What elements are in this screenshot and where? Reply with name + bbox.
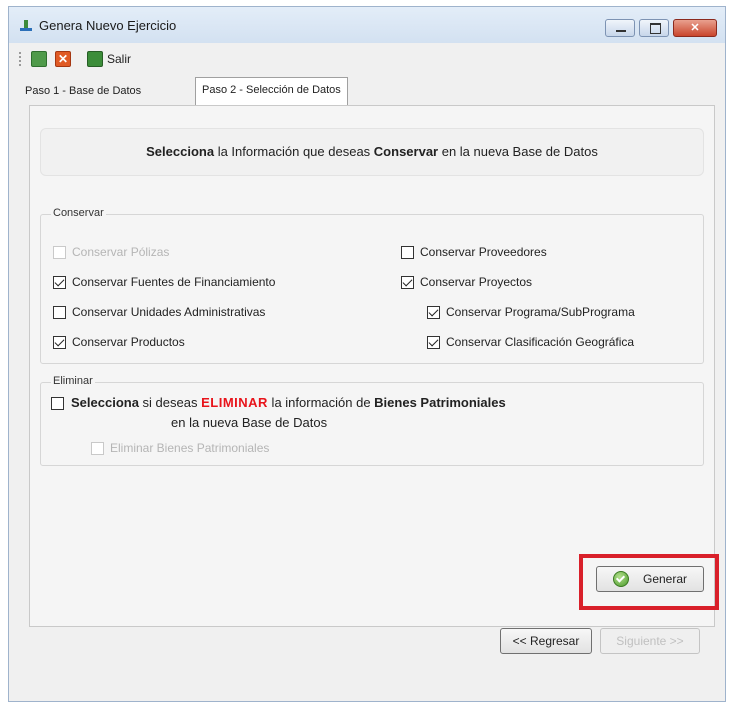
checkbox-conservar-programa[interactable]: Conservar Programa/SubPrograma: [427, 305, 635, 319]
checkbox-box: [91, 441, 104, 455]
eliminar-group: Eliminar Selecciona si deseas ELIMINAR l…: [40, 375, 704, 466]
maximize-icon: [650, 23, 661, 34]
checkbox-eliminar-bienes[interactable]: [51, 397, 64, 410]
checkbox-box: [401, 245, 414, 259]
toolbar-grip[interactable]: [19, 52, 21, 66]
window-title: Genera Nuevo Ejercicio: [39, 18, 177, 33]
checkbox-box: [53, 335, 66, 349]
checkbox-conservar-polizas[interactable]: Conservar Pólizas: [53, 245, 169, 259]
checkbox-label: Conservar Fuentes de Financiamiento: [72, 275, 276, 289]
checkbox-box: [401, 275, 414, 289]
eliminar-red-word: ELIMINAR: [201, 395, 268, 410]
conservar-legend: Conservar: [51, 207, 106, 219]
new-document-icon[interactable]: [31, 51, 47, 67]
checkbox-conservar-productos[interactable]: Conservar Productos: [53, 335, 185, 349]
checkbox-box: [53, 275, 66, 289]
toolbar: ✕ Salir: [9, 45, 725, 71]
exit-icon[interactable]: [87, 51, 103, 67]
checkbox-box: [53, 245, 66, 259]
minimize-icon: [616, 30, 626, 32]
checkbox-box: [427, 305, 440, 319]
eliminar-text-2: la información de: [267, 395, 375, 410]
check-circle-icon: [612, 571, 629, 587]
checkbox-box: [53, 305, 66, 319]
tab-paso-2[interactable]: Paso 2 - Selección de Datos: [195, 77, 348, 105]
title-bar: Genera Nuevo Ejercicio ✕: [9, 7, 725, 43]
checkbox-label: Conservar Programa/SubPrograma: [446, 305, 635, 319]
banner-text-1: la Información que deseas: [214, 144, 374, 159]
eliminar-text-1: si deseas: [138, 395, 202, 410]
banner-text-2: en la nueva Base de Datos: [438, 144, 598, 159]
checkbox-label: Conservar Proyectos: [420, 275, 533, 289]
eliminar-message-line2: en la nueva Base de Datos: [171, 415, 328, 430]
eliminar-message: Selecciona si deseas ELIMINAR la informa…: [71, 395, 506, 410]
checkbox-conservar-proyectos[interactable]: Conservar Proyectos: [401, 275, 532, 289]
tab-paso-1[interactable]: Paso 1 - Base de Datos: [19, 79, 147, 103]
salir-button[interactable]: Salir: [107, 52, 131, 66]
checkbox-eliminar-bienes-patrimoniales[interactable]: Eliminar Bienes Patrimoniales: [91, 441, 269, 455]
siguiente-button[interactable]: Siguiente >>: [600, 628, 700, 654]
checkbox-label: Conservar Productos: [72, 335, 185, 349]
close-button[interactable]: ✕: [673, 19, 717, 37]
checkbox-label: Conservar Pólizas: [72, 245, 170, 259]
checkbox-label: Eliminar Bienes Patrimoniales: [110, 441, 270, 455]
checkbox-box: [427, 335, 440, 349]
banner-bold-selecciona: Selecciona: [146, 144, 215, 159]
eliminar-bold-bienes: Bienes Patrimoniales: [374, 395, 506, 410]
checkbox-label: Conservar Proveedores: [420, 245, 547, 259]
app-icon: [20, 20, 32, 31]
checkbox-label: Conservar Unidades Administrativas: [72, 305, 266, 319]
conservar-group: Conservar Conservar Pólizas Conservar Fu…: [40, 207, 704, 364]
generar-button[interactable]: Generar: [596, 566, 704, 592]
cancel-icon[interactable]: ✕: [55, 51, 71, 67]
checkbox-conservar-proveedores[interactable]: Conservar Proveedores: [401, 245, 547, 259]
close-icon: ✕: [690, 22, 700, 34]
checkbox-label: Conservar Clasificación Geográfica: [446, 335, 635, 349]
eliminar-legend: Eliminar: [51, 375, 95, 387]
checkbox-conservar-clasificacion[interactable]: Conservar Clasificación Geográfica: [427, 335, 634, 349]
generar-label: Generar: [642, 572, 688, 586]
eliminar-bold-selecciona: Selecciona: [71, 395, 139, 410]
tab-content-panel: Selecciona la Información que deseas Con…: [29, 105, 715, 627]
maximize-button[interactable]: [639, 19, 669, 37]
minimize-button[interactable]: [605, 19, 635, 37]
banner-bold-conservar: Conservar: [373, 144, 439, 159]
instruction-banner: Selecciona la Información que deseas Con…: [40, 128, 704, 176]
regresar-button[interactable]: << Regresar: [500, 628, 592, 654]
checkbox-conservar-fuentes[interactable]: Conservar Fuentes de Financiamiento: [53, 275, 275, 289]
checkbox-conservar-unidades[interactable]: Conservar Unidades Administrativas: [53, 305, 265, 319]
